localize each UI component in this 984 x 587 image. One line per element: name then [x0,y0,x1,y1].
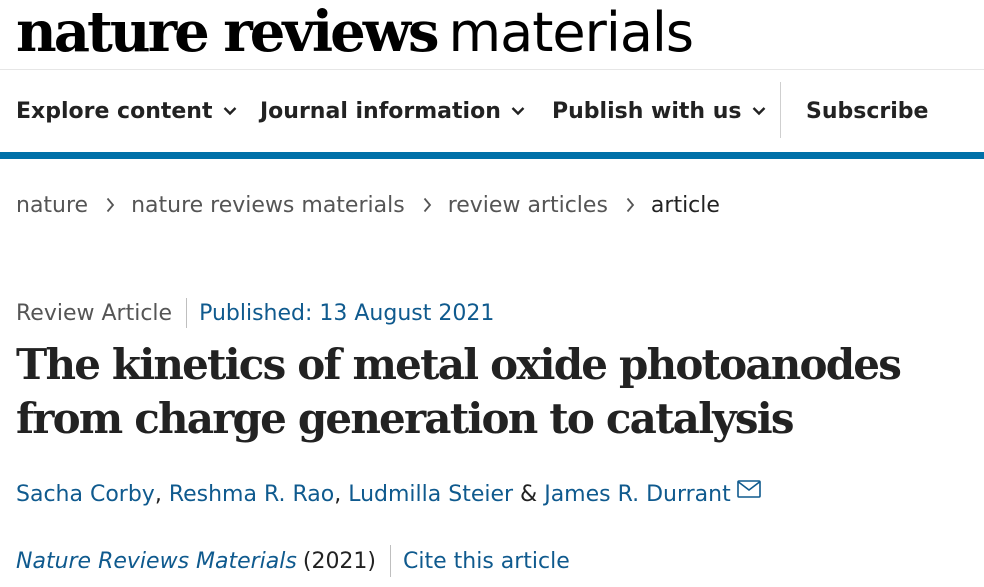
mail-icon[interactable] [736,480,761,498]
nav-item-label: Journal information [260,98,501,124]
main-nav: Explore content Journal information Publ… [0,70,984,152]
chevron-right-icon [626,197,635,213]
nav-item-label: Publish with us [552,98,742,124]
breadcrumb-review-articles[interactable]: review articles [448,193,608,218]
chevron-right-icon [423,197,432,213]
journal-link[interactable]: Nature Reviews Materials [16,549,297,574]
author-link[interactable]: Sacha Corby [16,482,155,507]
article-type: Review Article [16,300,173,326]
nav-accent-bar [0,152,984,159]
breadcrumb-nature[interactable]: nature [16,193,88,218]
citation-divider [390,545,392,577]
article-title: The kinetics of metal oxide photoanodes … [16,340,902,443]
nav-item-label: Explore content [16,98,213,124]
logo-nature-reviews: nature reviews [16,0,440,65]
author-separator: , [334,481,349,507]
subscribe-link[interactable]: Subscribe [806,96,928,126]
breadcrumb: nature nature reviews materials review a… [16,190,720,220]
publication-year: (2021) [302,548,377,574]
author-link[interactable]: Reshma R. Rao [169,482,334,507]
chevron-down-icon [223,107,236,116]
author-separator: , [154,481,169,507]
chevron-down-icon [511,107,525,116]
nav-divider [780,82,781,138]
site-logo[interactable]: nature reviews materials [16,0,695,65]
chevron-right-icon [106,197,115,213]
logo-materials: materials [448,1,695,64]
published-date: Published: 13 August 2021 [199,300,495,326]
author-link[interactable]: James R. Durrant [544,482,731,507]
breadcrumb-current: article [650,192,720,218]
chevron-down-icon [752,107,765,116]
breadcrumb-nature-reviews-materials[interactable]: nature reviews materials [131,193,405,218]
meta-divider [186,298,188,328]
author-separator: & [513,481,545,507]
article-meta: Review Article Published: 13 August 2021 [16,296,494,330]
nav-journal-information[interactable]: Journal information [260,96,525,126]
cite-this-article-link[interactable]: Cite this article [403,549,570,574]
author-list: Sacha Corby, Reshma R. Rao, Ludmilla Ste… [16,478,761,510]
nav-publish-with-us[interactable]: Publish with us [552,96,766,126]
citation-line: Nature Reviews Materials (2021) Cite thi… [16,544,570,578]
nav-explore-content[interactable]: Explore content [16,96,237,126]
author-link[interactable]: Ludmilla Steier [348,482,513,507]
